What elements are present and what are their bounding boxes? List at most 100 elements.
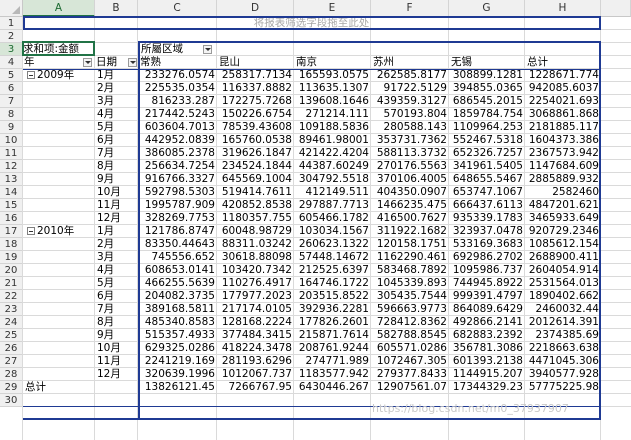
data-cell[interactable]: 466255.5639 (138, 277, 217, 290)
data-cell[interactable]: 341961.5405 (449, 160, 525, 173)
data-cell[interactable]: 864089.6429 (449, 303, 525, 316)
row-header-21[interactable]: 21 (0, 277, 23, 290)
data-cell[interactable]: 582788.8545 (371, 329, 449, 342)
data-cell[interactable]: 1072467.305 (371, 355, 449, 368)
data-cell[interactable]: 208761.9244 (294, 342, 371, 355)
month-label[interactable]: 4月 (97, 264, 137, 277)
data-cell[interactable]: 596663.9773 (371, 303, 449, 316)
data-cell[interactable]: 942085.6037 (525, 82, 601, 95)
data-cell[interactable]: 103034.1567 (294, 225, 371, 238)
data-cell[interactable]: 1859784.754 (449, 108, 525, 121)
month-label[interactable]: 5月 (97, 277, 137, 290)
data-cell[interactable]: 377484.3415 (217, 329, 294, 342)
data-cell[interactable]: 648655.5467 (449, 173, 525, 186)
data-cell[interactable]: 629325.0286 (138, 342, 217, 355)
data-cell[interactable]: 1012067.737 (217, 368, 294, 381)
data-cell[interactable]: 601393.2138 (449, 355, 525, 368)
row-header-13[interactable]: 13 (0, 173, 23, 186)
month-label[interactable]: 9月 (97, 173, 137, 186)
data-cell[interactable]: 485340.8583 (138, 316, 217, 329)
data-cell[interactable]: 109188.5836 (294, 121, 371, 134)
month-label[interactable]: 2月 (97, 82, 137, 95)
data-cell[interactable]: 1180357.755 (217, 212, 294, 225)
data-cell[interactable]: 44387.60249 (294, 160, 371, 173)
total-cell[interactable]: 6430446.267 (294, 381, 371, 394)
data-cell[interactable]: 88311.03242 (217, 238, 294, 251)
row-header-18[interactable]: 18 (0, 238, 23, 251)
data-cell[interactable]: 356781.3086 (449, 342, 525, 355)
column-header-a[interactable]: A (23, 0, 95, 17)
month-label[interactable]: 8月 (97, 316, 137, 329)
data-cell[interactable]: 592798.5303 (138, 186, 217, 199)
data-cell[interactable]: 150226.6754 (217, 108, 294, 121)
year-field-dropdown-icon[interactable] (83, 58, 92, 67)
data-cell[interactable]: 645569.1004 (217, 173, 294, 186)
row-header-25[interactable]: 25 (0, 329, 23, 342)
row-header-27[interactable]: 27 (0, 355, 23, 368)
total-cell[interactable]: 7266767.95 (217, 381, 294, 394)
data-cell[interactable]: 2012614.391 (525, 316, 601, 329)
data-cell[interactable]: 420852.8538 (217, 199, 294, 212)
data-cell[interactable]: 2688900.411 (525, 251, 601, 264)
row-header-8[interactable]: 8 (0, 108, 23, 121)
month-label[interactable]: 1月 (97, 69, 137, 82)
select-all-corner[interactable] (0, 0, 23, 17)
data-cell[interactable]: 412149.511 (294, 186, 371, 199)
row-header-20[interactable]: 20 (0, 264, 23, 277)
row-header-6[interactable]: 6 (0, 82, 23, 95)
month-label[interactable]: 9月 (97, 329, 137, 342)
data-cell[interactable]: 816233.287 (138, 95, 217, 108)
data-cell[interactable]: 103420.7342 (217, 264, 294, 277)
data-cell[interactable]: 60048.98729 (217, 225, 294, 238)
region-header[interactable]: 昆山 (219, 56, 293, 69)
row-header-15[interactable]: 15 (0, 199, 23, 212)
data-cell[interactable]: 212525.6397 (294, 264, 371, 277)
data-cell[interactable]: 2241219.169 (138, 355, 217, 368)
data-cell[interactable]: 280588.143 (371, 121, 449, 134)
row-header-29[interactable]: 29 (0, 381, 23, 394)
month-label[interactable]: 4月 (97, 108, 137, 121)
data-cell[interactable]: 3465933.649 (525, 212, 601, 225)
data-cell[interactable]: 552467.5318 (449, 134, 525, 147)
data-cell[interactable]: 256634.7254 (138, 160, 217, 173)
data-cell[interactable]: 4847201.621 (525, 199, 601, 212)
data-cell[interactable]: 442952.0839 (138, 134, 217, 147)
month-label[interactable]: 2月 (97, 238, 137, 251)
row-header-22[interactable]: 22 (0, 290, 23, 303)
data-cell[interactable]: 91722.5129 (371, 82, 449, 95)
data-cell[interactable]: 583468.7892 (371, 264, 449, 277)
data-cell[interactable]: 1144915.207 (449, 368, 525, 381)
data-cell[interactable]: 999391.4797 (449, 290, 525, 303)
row-header-16[interactable]: 16 (0, 212, 23, 225)
data-cell[interactable]: 692986.2702 (449, 251, 525, 264)
pivot-column-field[interactable]: 所屬区域 (141, 43, 201, 56)
data-cell[interactable]: 203515.8522 (294, 290, 371, 303)
row-header-9[interactable]: 9 (0, 121, 23, 134)
data-cell[interactable]: 745556.652 (138, 251, 217, 264)
data-cell[interactable]: 215871.7614 (294, 329, 371, 342)
data-cell[interactable]: 666437.6113 (449, 199, 525, 212)
data-cell[interactable]: 172275.7268 (217, 95, 294, 108)
data-cell[interactable]: 404350.0907 (371, 186, 449, 199)
region-header[interactable]: 无锡 (451, 56, 524, 69)
data-cell[interactable]: 1109964.253 (449, 121, 525, 134)
data-cell[interactable]: 916766.3327 (138, 173, 217, 186)
month-label[interactable]: 7月 (97, 147, 137, 160)
data-cell[interactable]: 588113.3732 (371, 147, 449, 160)
data-cell[interactable]: 121786.8747 (138, 225, 217, 238)
region-header[interactable]: 南京 (296, 56, 370, 69)
data-cell[interactable]: 3940577.928 (525, 368, 601, 381)
data-cell[interactable]: 2218663.638 (525, 342, 601, 355)
row-header-10[interactable]: 10 (0, 134, 23, 147)
month-label[interactable]: 11月 (97, 199, 137, 212)
data-cell[interactable]: 139608.1646 (294, 95, 371, 108)
filter-drop-zone[interactable]: 将报表筛选字段拖至此处 (23, 17, 600, 30)
data-cell[interactable]: 1183577.942 (294, 368, 371, 381)
data-cell[interactable]: 311922.1682 (371, 225, 449, 238)
data-cell[interactable]: 1890402.662 (525, 290, 601, 303)
data-cell[interactable]: 274771.989 (294, 355, 371, 368)
data-cell[interactable]: 204082.3735 (138, 290, 217, 303)
column-field-dropdown-icon[interactable] (203, 45, 212, 54)
data-cell[interactable]: 1604373.386 (525, 134, 601, 147)
column-header-g[interactable]: G (449, 0, 525, 17)
